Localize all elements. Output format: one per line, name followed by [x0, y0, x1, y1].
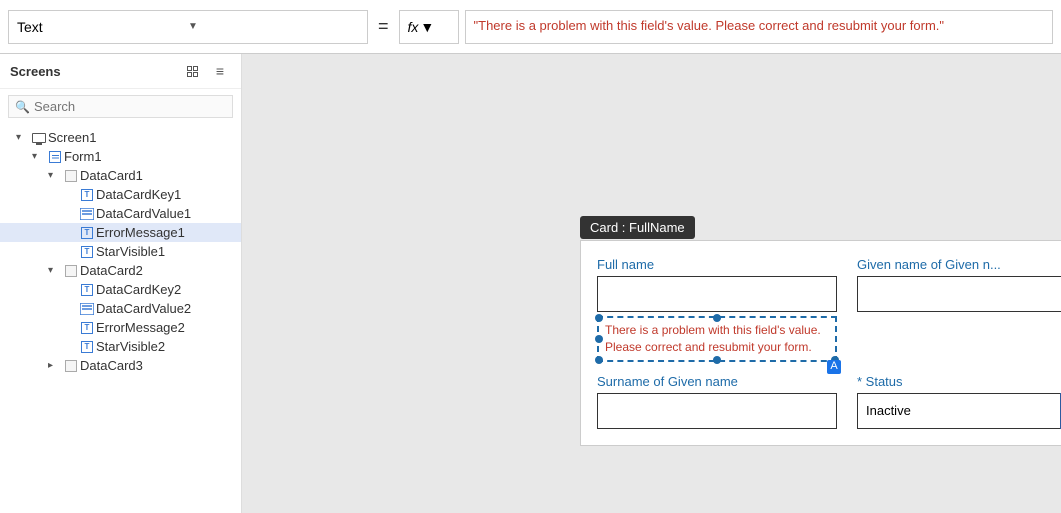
input-fullname[interactable]	[597, 276, 837, 312]
form-card: Full name There is a problem with this f…	[580, 240, 1061, 446]
anchor-corner: A	[827, 360, 841, 374]
toggle-form1[interactable]: ▾	[32, 151, 46, 162]
tree-item-errormessage1[interactable]: T ErrorMessage1	[0, 223, 241, 242]
errormessage1-label: ErrorMessage1	[96, 225, 241, 240]
grid-view-icon[interactable]	[181, 62, 203, 80]
tree-item-datacardkey2[interactable]: T DataCardKey2	[0, 280, 241, 299]
card-tooltip: Card : FullName	[580, 216, 695, 239]
datacardkey1-label: DataCardKey1	[96, 187, 241, 202]
toggle-datacard3[interactable]: ▸	[48, 360, 62, 371]
input-givenname[interactable]	[857, 276, 1061, 312]
dropdown-chevron: ▼	[188, 21, 359, 32]
datacardkey1-icon: T	[78, 189, 96, 201]
screens-title: Screens	[10, 64, 61, 79]
starvisible1-label: StarVisible1	[96, 244, 241, 259]
main-area: Screens ≡ 🔍 ▾	[0, 54, 1061, 513]
errormessage2-label: ErrorMessage2	[96, 320, 241, 335]
error-message-element[interactable]: There is a problem with this field's val…	[597, 316, 837, 362]
datacard3-label: DataCard3	[80, 358, 241, 373]
tree-item-starvisible1[interactable]: T StarVisible1	[0, 242, 241, 261]
form1-icon	[46, 151, 64, 163]
label-surname: Surname of Given name	[597, 374, 837, 389]
status-dropdown[interactable]: Inactive ▼	[857, 393, 1061, 429]
starvisible2-label: StarVisible2	[96, 339, 241, 354]
tree: ▾ Screen1 ▾ Form1 ▾	[0, 124, 241, 513]
toolbar: Text ▼ = fx ▼ "There is a problem with t…	[0, 0, 1061, 54]
search-icon: 🔍	[15, 100, 30, 114]
search-input[interactable]	[34, 99, 226, 114]
search-box: 🔍	[8, 95, 233, 118]
field-givenname: Given name of Given n...	[857, 257, 1061, 362]
tree-item-starvisible2[interactable]: T StarVisible2	[0, 337, 241, 356]
fx-label: fx	[408, 19, 419, 35]
status-value: Inactive	[858, 403, 1060, 418]
resize-handle-bl[interactable]	[595, 356, 603, 364]
resize-handle-bm[interactable]	[713, 356, 721, 364]
datacardvalue2-label: DataCardValue2	[96, 301, 241, 316]
datacardvalue2-icon	[78, 303, 96, 315]
datacardvalue1-label: DataCardValue1	[96, 206, 241, 221]
datacard1-label: DataCard1	[80, 168, 241, 183]
datacardkey2-label: DataCardKey2	[96, 282, 241, 297]
tree-item-datacardvalue1[interactable]: DataCardValue1	[0, 204, 241, 223]
toggle-datacard2[interactable]: ▾	[48, 265, 62, 276]
toggle-screen1[interactable]: ▾	[16, 132, 30, 143]
field-fullname: Full name There is a problem with this f…	[597, 257, 837, 362]
toggle-datacard1[interactable]: ▾	[48, 170, 62, 181]
datacard1-icon	[62, 170, 80, 182]
datacard2-label: DataCard2	[80, 263, 241, 278]
label-fullname: Full name	[597, 257, 837, 272]
screen1-icon	[30, 133, 48, 143]
field-status: * Status Inactive ▼	[857, 374, 1061, 429]
tree-item-datacard3[interactable]: ▸ DataCard3	[0, 356, 241, 375]
list-view-icon[interactable]: ≡	[209, 62, 231, 80]
tree-item-form1[interactable]: ▾ Form1	[0, 147, 241, 166]
field-surname: Surname of Given name	[597, 374, 837, 429]
error-text: There is a problem with this field's val…	[605, 323, 821, 354]
fx-button[interactable]: fx ▼	[399, 10, 459, 44]
canvas: Card : FullName Full name There is a pro…	[242, 54, 1061, 513]
tree-item-datacard2[interactable]: ▾ DataCard2	[0, 261, 241, 280]
tree-item-errormessage2[interactable]: T ErrorMessage2	[0, 318, 241, 337]
resize-handle-tm[interactable]	[713, 314, 721, 322]
tree-item-datacardvalue2[interactable]: DataCardValue2	[0, 299, 241, 318]
datacard3-icon	[62, 360, 80, 372]
screen1-label: Screen1	[48, 130, 241, 145]
property-dropdown[interactable]: Text ▼	[8, 10, 368, 44]
starvisible2-icon: T	[78, 341, 96, 353]
tree-item-datacard1[interactable]: ▾ DataCard1	[0, 166, 241, 185]
sidebar-header-icons: ≡	[181, 62, 231, 80]
dropdown-value: Text	[17, 19, 188, 35]
equals-sign: =	[374, 16, 393, 37]
fx-chevron: ▼	[420, 19, 434, 35]
errormessage1-icon: T	[78, 227, 96, 239]
resize-handle-ml[interactable]	[595, 335, 603, 343]
resize-handle-tl[interactable]	[595, 314, 603, 322]
sidebar: Screens ≡ 🔍 ▾	[0, 54, 242, 513]
label-status: * Status	[857, 374, 1061, 389]
input-surname[interactable]	[597, 393, 837, 429]
starvisible1-icon: T	[78, 246, 96, 258]
tree-item-datacardkey1[interactable]: T DataCardKey1	[0, 185, 241, 204]
label-givenname: Given name of Given n...	[857, 257, 1061, 272]
datacardkey2-icon: T	[78, 284, 96, 296]
sidebar-header: Screens ≡	[0, 54, 241, 89]
form1-label: Form1	[64, 149, 241, 164]
errormessage2-icon: T	[78, 322, 96, 334]
formula-bar[interactable]: "There is a problem with this field's va…	[465, 10, 1053, 44]
datacard2-icon	[62, 265, 80, 277]
datacardvalue1-icon	[78, 208, 96, 220]
tree-item-screen1[interactable]: ▾ Screen1	[0, 128, 241, 147]
